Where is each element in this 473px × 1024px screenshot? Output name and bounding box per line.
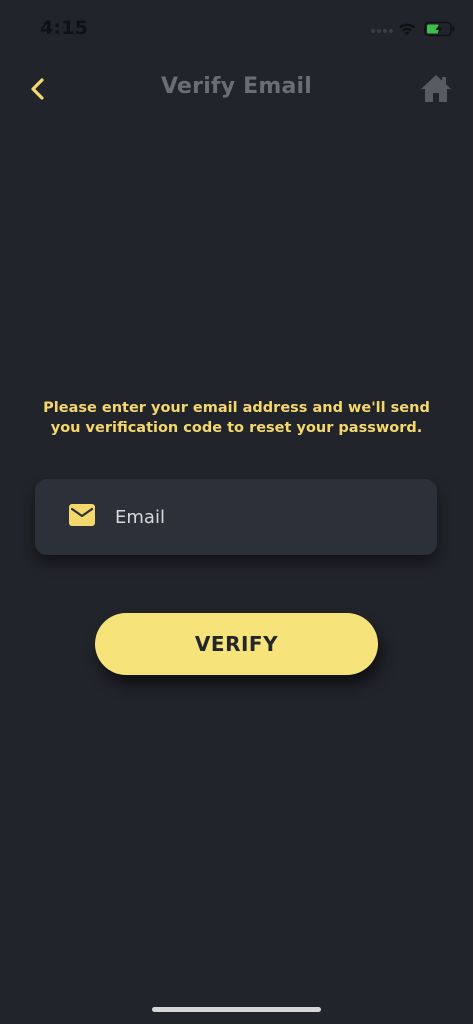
navigation-bar: Verify Email [0, 60, 473, 116]
verify-button[interactable]: VERIFY [95, 613, 378, 675]
home-button[interactable] [419, 72, 453, 104]
instructions-text: Please enter your email address and we'l… [43, 400, 430, 436]
email-field[interactable] [35, 479, 437, 555]
battery-charging-icon [424, 21, 455, 37]
status-time: 4:15 [40, 17, 89, 39]
signal-strength-icon [371, 29, 393, 33]
home-indicator [152, 1007, 321, 1012]
mail-icon [69, 504, 95, 526]
home-icon [421, 75, 451, 102]
email-input[interactable] [115, 497, 415, 537]
status-bar: 4:15 [0, 0, 473, 54]
page-title: Verify Email [161, 74, 312, 99]
wifi-icon [399, 23, 415, 36]
